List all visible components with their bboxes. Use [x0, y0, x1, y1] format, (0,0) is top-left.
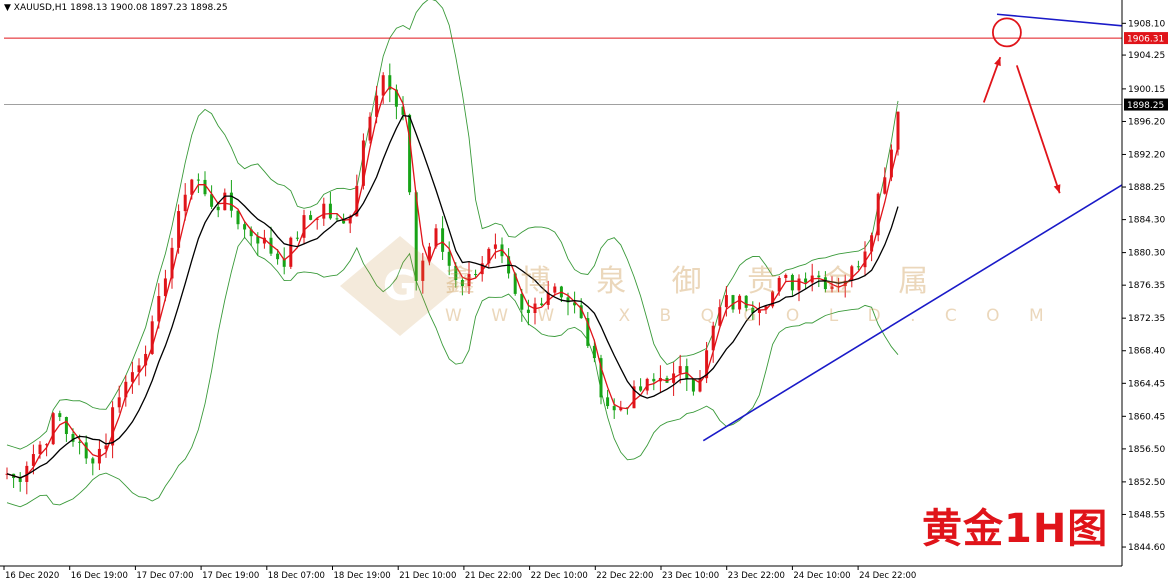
x-tick-label: 24 Dec 22:00 [859, 571, 916, 581]
watermark-url: W W W . X B Q G O L D . C O M [445, 306, 1056, 326]
x-tick-label: 23 Dec 22:00 [728, 571, 785, 581]
candle-body [639, 386, 643, 391]
arrow-head [1053, 184, 1061, 194]
y-tick-label: 1868.40 [1128, 347, 1165, 357]
candle-body [883, 177, 887, 194]
x-tick-label: 18 Dec 19:00 [334, 571, 391, 581]
candle-body [38, 444, 42, 455]
candle-body [289, 237, 293, 267]
candle-body [678, 366, 682, 374]
x-tick-label: 22 Dec 10:00 [531, 571, 588, 581]
candle-body [91, 458, 95, 464]
x-tick-label: 22 Dec 22:00 [596, 571, 653, 581]
x-tick-label: 21 Dec 22:00 [465, 571, 522, 581]
x-tick-label: 24 Dec 10:00 [793, 571, 850, 581]
x-tick-label: 16 Dec 19:00 [71, 571, 128, 581]
trendline [996, 13, 1123, 27]
watermark-text: 鑫 博 泉 御 贵 金 属 [445, 264, 947, 299]
x-tick-label: 16 Dec 2020 [5, 571, 59, 581]
svg-text:G: G [383, 261, 417, 310]
y-tick-label: 1900.15 [1128, 85, 1165, 95]
candle-body [183, 194, 187, 212]
candle-body [276, 253, 280, 260]
y-tick-label: 1848.55 [1128, 510, 1165, 520]
candle-body [111, 407, 115, 446]
candle-body [368, 116, 372, 141]
candle-body [78, 441, 82, 443]
y-tick-label: 1904.25 [1128, 51, 1165, 61]
symbol-info: ▼ XAUUSD,H1 1898.13 1900.08 1897.23 1898… [4, 3, 228, 13]
x-tick-label: 23 Dec 10:00 [662, 571, 719, 581]
overlay-title: 黄金1H图 [922, 506, 1109, 552]
y-tick-label: 1876.35 [1128, 281, 1165, 291]
candle-body [896, 111, 900, 150]
y-tick-label: 1884.30 [1128, 216, 1165, 226]
candle-body [322, 203, 326, 219]
candle-body [84, 442, 88, 459]
price-label-resistance: 1906.31 [1127, 35, 1164, 45]
price-label-current: 1898.25 [1127, 101, 1164, 111]
bollinger-upper [6, 0, 899, 450]
candle-body [652, 378, 656, 382]
y-tick-label: 1856.50 [1128, 445, 1165, 455]
candle-body [408, 114, 412, 193]
y-tick-label: 1888.25 [1128, 183, 1165, 193]
y-tick-label: 1892.20 [1128, 150, 1165, 160]
x-tick-label: 17 Dec 19:00 [202, 571, 259, 581]
reference-lines [4, 37, 1122, 106]
y-tick-label: 1852.50 [1128, 478, 1165, 488]
target-circle [992, 17, 1022, 48]
y-tick-label: 1872.35 [1128, 314, 1165, 324]
candle-body [216, 206, 220, 211]
candle-body [196, 179, 200, 181]
annotations [702, 13, 1123, 442]
candle-body [381, 75, 385, 96]
candle-body [229, 192, 233, 211]
candle-body [328, 203, 332, 219]
y-tick-label: 1864.45 [1128, 379, 1165, 389]
candle-body [130, 372, 134, 382]
y-tick-label: 1860.45 [1128, 412, 1165, 422]
candle-body [58, 413, 62, 418]
x-tick-label: 21 Dec 10:00 [399, 571, 456, 581]
x-tick-label: 17 Dec 07:00 [136, 571, 193, 581]
candle-body [691, 378, 695, 392]
y-tick-label: 1844.60 [1128, 543, 1165, 553]
candle-body [606, 397, 610, 407]
arrow-shaft [1015, 65, 1061, 194]
candle-body [335, 218, 339, 220]
candle-body [612, 406, 616, 411]
candle-body [18, 478, 22, 482]
y-tick-label: 1896.20 [1128, 117, 1165, 127]
arrow-head [994, 57, 1001, 67]
candle-body [295, 237, 299, 239]
candle-body [117, 397, 121, 408]
candle-body [592, 345, 596, 359]
candle-body [64, 417, 68, 435]
candle-body [236, 210, 240, 225]
x-tick-label: 18 Dec 07:00 [268, 571, 325, 581]
candle-body [698, 378, 702, 392]
candle-body [309, 215, 313, 220]
candle-body [51, 413, 55, 445]
y-tick-label: 1908.10 [1128, 19, 1165, 29]
y-tick-label: 1880.30 [1128, 249, 1165, 259]
candle-body [243, 224, 247, 230]
candle-body [223, 192, 227, 211]
